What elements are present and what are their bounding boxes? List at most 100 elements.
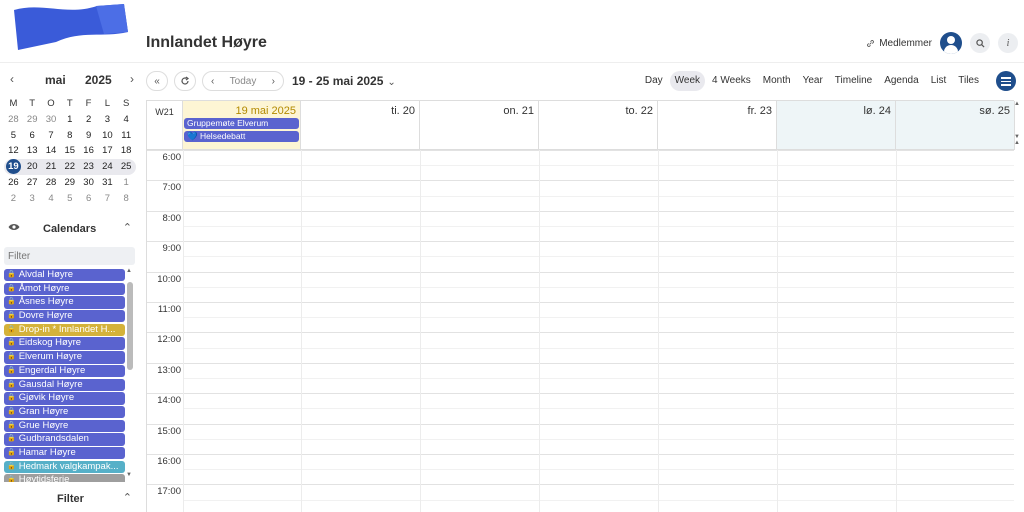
- mini-day[interactable]: 13: [23, 143, 42, 159]
- mini-day[interactable]: 2: [79, 112, 98, 128]
- view-day[interactable]: Day: [640, 71, 668, 91]
- eye-icon[interactable]: [8, 223, 20, 231]
- chevron-up-icon[interactable]: ⌃: [123, 221, 132, 234]
- mini-day[interactable]: 6: [79, 191, 98, 207]
- members-link[interactable]: Medlemmer: [866, 38, 932, 49]
- mini-day[interactable]: 28: [42, 175, 61, 191]
- day-header[interactable]: lø. 24: [777, 101, 896, 150]
- mini-day[interactable]: 17: [98, 143, 117, 159]
- calendar-item[interactable]: 🔒 Drop-in * Innlandet H...: [4, 323, 125, 337]
- mini-day[interactable]: 7: [98, 191, 117, 207]
- mini-day[interactable]: 1: [60, 112, 79, 128]
- mini-day[interactable]: 5: [60, 191, 79, 207]
- mini-month[interactable]: mai: [45, 73, 66, 87]
- scroll-up-icon[interactable]: ▲: [1014, 140, 1022, 146]
- grid-scrollbar[interactable]: ▲ ▼ ▲: [1014, 101, 1022, 146]
- scroll-down-icon[interactable]: ▼: [126, 472, 132, 478]
- mini-day[interactable]: 10: [98, 128, 117, 144]
- calendar-item[interactable]: 🔒 Hamar Høyre: [4, 446, 125, 460]
- calendar-item[interactable]: 🔒 Alvdal Høyre: [4, 269, 125, 282]
- calendar-filter-input[interactable]: [4, 247, 135, 265]
- mini-day[interactable]: 3: [98, 112, 117, 128]
- hour-row[interactable]: 17:00: [147, 484, 1014, 512]
- mini-day[interactable]: 9: [79, 128, 98, 144]
- mini-day[interactable]: 24: [98, 159, 117, 175]
- mini-day[interactable]: 8: [117, 191, 136, 207]
- mini-day[interactable]: 4: [117, 112, 136, 128]
- day-header[interactable]: fr. 23: [658, 101, 777, 150]
- mini-day[interactable]: 30: [42, 112, 61, 128]
- mini-day[interactable]: 4: [42, 191, 61, 207]
- view-agenda[interactable]: Agenda: [879, 71, 923, 91]
- date-range-selector[interactable]: 19 - 25 mai 2025 ⌄: [292, 74, 396, 88]
- mini-day[interactable]: 19: [4, 159, 23, 175]
- search-icon[interactable]: [970, 33, 990, 53]
- calendar-item[interactable]: 🔒 Gran Høyre: [4, 405, 125, 419]
- mini-day[interactable]: 8: [60, 128, 79, 144]
- refresh-button[interactable]: [174, 71, 196, 91]
- calendars-header[interactable]: Calendars ⌃: [6, 222, 136, 238]
- chevron-up-icon[interactable]: ⌃: [123, 491, 132, 504]
- calendar-item[interactable]: 🔒 Engerdal Høyre: [4, 364, 125, 378]
- calendar-item[interactable]: 🔒 Grue Høyre: [4, 419, 125, 432]
- today-button[interactable]: Today: [230, 76, 257, 87]
- mini-day[interactable]: 11: [117, 128, 136, 144]
- mini-day[interactable]: 16: [79, 143, 98, 159]
- view-timeline[interactable]: Timeline: [830, 71, 877, 91]
- mini-day[interactable]: 14: [42, 143, 61, 159]
- calendar-item[interactable]: 🔒 Dovre Høyre: [4, 310, 125, 323]
- menu-button[interactable]: [996, 71, 1016, 91]
- mini-day[interactable]: 12: [4, 143, 23, 159]
- mini-day[interactable]: 5: [4, 128, 23, 144]
- mini-day[interactable]: 7: [42, 128, 61, 144]
- calendar-item[interactable]: 🔒 Elverum Høyre: [4, 351, 125, 364]
- scroll-up-icon[interactable]: ▲: [126, 268, 132, 274]
- view-list[interactable]: List: [926, 71, 952, 91]
- view-4-weeks[interactable]: 4 Weeks: [707, 71, 756, 91]
- mini-day[interactable]: 20: [23, 159, 42, 175]
- scrollbar-thumb[interactable]: [127, 282, 133, 370]
- filter-section-header[interactable]: Filter ⌃: [6, 491, 136, 509]
- info-icon[interactable]: i: [998, 33, 1018, 53]
- mini-day[interactable]: 27: [23, 175, 42, 191]
- calendar-item[interactable]: 🔒 Høytidsferie: [4, 474, 125, 482]
- view-week[interactable]: Week: [669, 71, 706, 91]
- calendar-item[interactable]: 🔒 Åsnes Høyre: [4, 296, 125, 309]
- mini-day[interactable]: 29: [23, 112, 42, 128]
- view-month[interactable]: Month: [758, 71, 796, 91]
- mini-day[interactable]: 26: [4, 175, 23, 191]
- view-tiles[interactable]: Tiles: [953, 71, 984, 91]
- mini-day[interactable]: 22: [60, 159, 79, 175]
- mini-day[interactable]: 18: [117, 143, 136, 159]
- next-week-icon[interactable]: ›: [272, 76, 275, 87]
- calendar-item[interactable]: 🔒 Gausdal Høyre: [4, 378, 125, 391]
- calendar-item[interactable]: 🔒 Hedmark valgkampak...: [4, 460, 125, 474]
- mini-day[interactable]: 21: [42, 159, 61, 175]
- mini-day[interactable]: 25: [117, 159, 136, 175]
- mini-day[interactable]: 23: [79, 159, 98, 175]
- mini-day[interactable]: 3: [23, 191, 42, 207]
- jump-back-button[interactable]: «: [146, 71, 168, 91]
- mini-day[interactable]: 29: [60, 175, 79, 191]
- scroll-up-icon[interactable]: ▲: [1014, 101, 1022, 107]
- prev-week-icon[interactable]: ‹: [211, 76, 214, 87]
- calendar-item[interactable]: 🔒 Åmot Høyre: [4, 282, 125, 296]
- mini-day[interactable]: 2: [4, 191, 23, 207]
- avatar[interactable]: [940, 32, 962, 54]
- calendar-event[interactable]: Gruppemøte Elverum: [184, 118, 299, 129]
- calendar-item[interactable]: 🔒 Eidskog Høyre: [4, 337, 125, 350]
- calendar-event[interactable]: 💙 Helsedebatt: [184, 131, 299, 142]
- calendar-item[interactable]: 🔒 Gjøvik Høyre: [4, 392, 125, 405]
- mini-next-icon[interactable]: ›: [130, 72, 134, 86]
- mini-day[interactable]: 6: [23, 128, 42, 144]
- day-header[interactable]: on. 21: [420, 101, 539, 150]
- mini-day[interactable]: 28: [4, 112, 23, 128]
- mini-day[interactable]: 15: [60, 143, 79, 159]
- calendar-item[interactable]: 🔒 Gudbrandsdalen: [4, 433, 125, 446]
- mini-day[interactable]: 30: [79, 175, 98, 191]
- mini-day[interactable]: 1: [117, 175, 136, 191]
- day-header[interactable]: sø. 25: [896, 101, 1015, 150]
- day-header[interactable]: ti. 20: [301, 101, 420, 150]
- view-year[interactable]: Year: [798, 71, 828, 91]
- mini-prev-icon[interactable]: ‹: [10, 72, 14, 86]
